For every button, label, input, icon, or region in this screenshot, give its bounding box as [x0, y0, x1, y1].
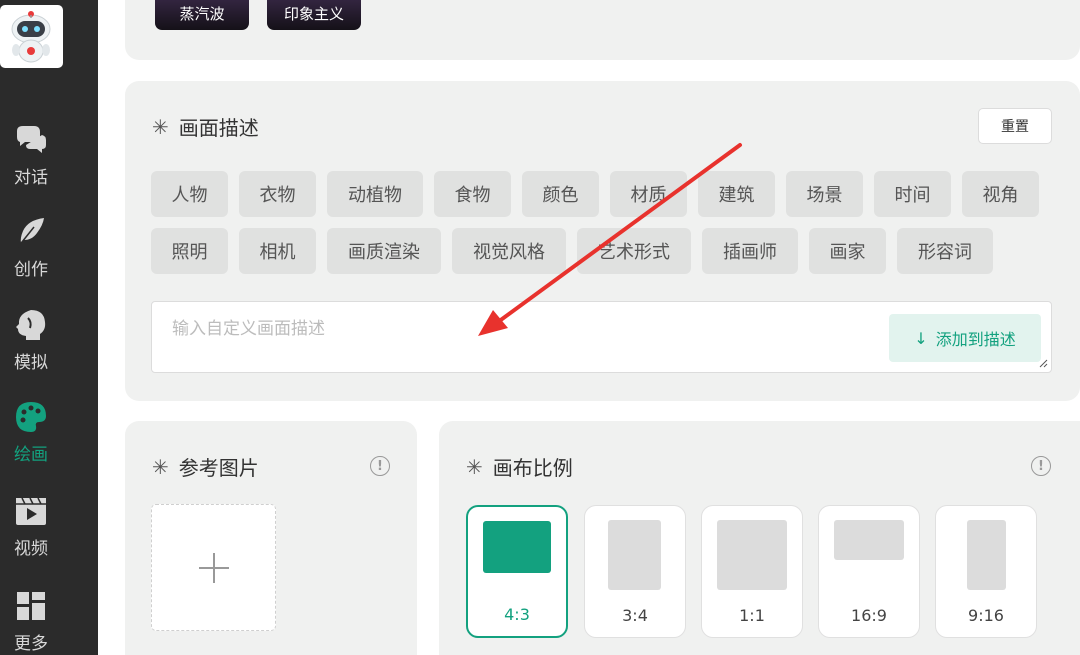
- tag-adjective[interactable]: 形容词: [897, 228, 993, 274]
- arrow-down-icon: ↓: [914, 328, 928, 348]
- sidebar-item-more[interactable]: 更多: [0, 589, 62, 654]
- tag-label: 材质: [630, 185, 667, 206]
- ratio-label: 4:3: [504, 605, 530, 624]
- tag-flora-fauna[interactable]: 动植物: [327, 171, 423, 217]
- ratio-option-9-16[interactable]: 9:16: [935, 505, 1037, 638]
- reference-section-title: ✳ 参考图片: [152, 452, 259, 481]
- sidebar-item-video[interactable]: 视频: [0, 494, 62, 559]
- tag-clothing[interactable]: 衣物: [239, 171, 316, 217]
- add-to-description-button[interactable]: ↓ 添加到描述: [889, 314, 1041, 362]
- asterisk-icon: ✳: [466, 454, 483, 479]
- asterisk-icon: ✳: [152, 454, 169, 479]
- resize-handle-icon[interactable]: [1038, 358, 1048, 368]
- tag-illustrator[interactable]: 插画师: [702, 228, 798, 274]
- tag-food[interactable]: 食物: [434, 171, 511, 217]
- sidebar-item-create[interactable]: 创作: [0, 215, 62, 280]
- style-panel: 蒸汽波 印象主义: [125, 0, 1080, 60]
- tag-label: 视觉风格: [473, 242, 545, 263]
- ratio-option-4-3[interactable]: 4:3: [466, 505, 568, 638]
- main-content: 蒸汽波 印象主义 ✳ 画面描述 重置 人物 衣物 动植物 食物 颜色 材质 建筑…: [98, 0, 1080, 655]
- tag-label: 照明: [171, 242, 208, 263]
- grid-blocks-icon: [14, 589, 48, 623]
- reset-label: 重置: [1001, 119, 1029, 135]
- tag-label: 艺术形式: [598, 242, 670, 263]
- head-profile-icon: [14, 308, 48, 342]
- tag-label: 形容词: [918, 242, 972, 263]
- tag-lighting[interactable]: 照明: [151, 228, 228, 274]
- reset-button[interactable]: 重置: [978, 108, 1052, 144]
- sidebar-item-draw[interactable]: 绘画: [0, 400, 62, 465]
- tag-label: 动植物: [348, 185, 402, 206]
- info-icon[interactable]: !: [370, 456, 390, 476]
- upload-reference-button[interactable]: [151, 504, 276, 631]
- tag-person[interactable]: 人物: [151, 171, 228, 217]
- sidebar-item-chat[interactable]: 对话: [0, 123, 62, 188]
- chat-bubbles-icon: [14, 123, 48, 157]
- ratio-preview-shape: [834, 520, 904, 560]
- tag-perspective[interactable]: 视角: [962, 171, 1039, 217]
- sidebar-item-simulate[interactable]: 模拟: [0, 308, 62, 373]
- asterisk-icon: ✳: [152, 114, 169, 139]
- sidebar-item-label: 对话: [14, 168, 48, 188]
- ratio-option-3-4[interactable]: 3:4: [584, 505, 686, 638]
- feather-icon: [14, 215, 48, 249]
- plus-icon: [199, 553, 229, 583]
- sidebar: 对话 创作 模拟 绘画 视频 更多: [0, 0, 98, 655]
- tag-time[interactable]: 时间: [874, 171, 951, 217]
- info-icon[interactable]: !: [1031, 456, 1051, 476]
- tag-material[interactable]: 材质: [610, 171, 687, 217]
- ratio-preview-shape: [483, 521, 551, 573]
- canvas-section-title: ✳ 画布比例: [466, 452, 573, 481]
- ratio-label: 16:9: [851, 606, 887, 625]
- input-placeholder: 输入自定义画面描述: [172, 319, 325, 339]
- tag-visual-style[interactable]: 视觉风格: [452, 228, 566, 274]
- ratio-label: 3:4: [622, 606, 648, 625]
- tag-label: 时间: [894, 185, 931, 206]
- ratio-label: 9:16: [968, 606, 1004, 625]
- ratio-option-1-1[interactable]: 1:1: [701, 505, 803, 638]
- tag-label: 衣物: [259, 185, 296, 206]
- sidebar-item-label: 创作: [14, 260, 48, 280]
- ratio-label: 1:1: [739, 606, 765, 625]
- tag-label: 画质渲染: [348, 242, 420, 263]
- ratio-preview-shape: [608, 520, 661, 590]
- tag-label: 食物: [454, 185, 491, 206]
- video-play-icon: [14, 494, 48, 528]
- sidebar-item-label: 模拟: [14, 353, 48, 373]
- sidebar-item-label: 视频: [14, 539, 48, 559]
- tag-label: 场景: [806, 185, 843, 206]
- description-section-title: ✳ 画面描述: [152, 112, 259, 141]
- sidebar-item-label: 更多: [14, 634, 48, 654]
- add-button-label: 添加到描述: [935, 330, 1016, 349]
- ratio-preview-shape: [967, 520, 1006, 590]
- sidebar-item-label: 绘画: [14, 445, 48, 465]
- tag-label: 建筑: [718, 185, 755, 206]
- tag-camera[interactable]: 相机: [239, 228, 316, 274]
- tag-label: 插画师: [723, 242, 777, 263]
- reference-title: 参考图片: [178, 456, 259, 480]
- tag-scene[interactable]: 场景: [786, 171, 863, 217]
- style-option-vaporwave[interactable]: 蒸汽波: [155, 0, 249, 30]
- style-option-label: 印象主义: [283, 4, 344, 23]
- tag-label: 颜色: [542, 185, 579, 206]
- canvas-title: 画布比例: [492, 456, 573, 480]
- tag-label: 画家: [829, 242, 866, 263]
- tag-painter[interactable]: 画家: [809, 228, 886, 274]
- tag-label: 人物: [171, 185, 208, 206]
- style-option-label: 蒸汽波: [179, 4, 225, 23]
- tag-render-quality[interactable]: 画质渲染: [327, 228, 441, 274]
- robot-logo-icon[interactable]: [0, 5, 63, 68]
- style-option-impressionism[interactable]: 印象主义: [267, 0, 361, 30]
- tag-color[interactable]: 颜色: [522, 171, 599, 217]
- tag-label: 视角: [982, 185, 1019, 206]
- tag-label: 相机: [259, 242, 296, 263]
- tag-art-form[interactable]: 艺术形式: [577, 228, 691, 274]
- ratio-preview-shape: [717, 520, 787, 590]
- ratio-option-16-9[interactable]: 16:9: [818, 505, 920, 638]
- palette-icon: [14, 400, 48, 434]
- description-title: 画面描述: [178, 116, 259, 140]
- tag-architecture[interactable]: 建筑: [698, 171, 775, 217]
